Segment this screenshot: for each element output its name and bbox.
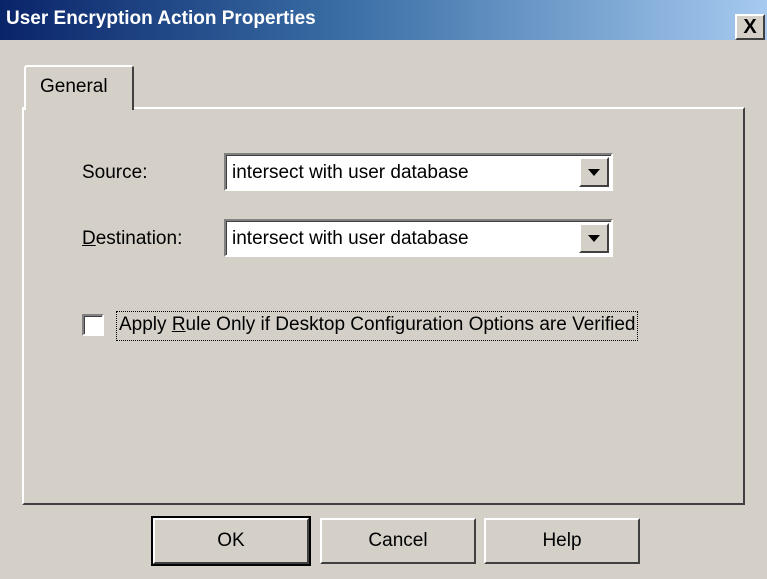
- close-button[interactable]: X: [735, 14, 765, 40]
- destination-dropdown[interactable]: intersect with user database: [224, 219, 613, 257]
- title-bar[interactable]: User Encryption Action Properties X: [0, 0, 767, 40]
- window-title: User Encryption Action Properties: [6, 8, 316, 29]
- help-button[interactable]: Help: [484, 518, 640, 564]
- destination-label: Destination:: [82, 228, 183, 249]
- tab-general-label: General: [40, 76, 108, 97]
- cancel-button[interactable]: Cancel: [320, 518, 476, 564]
- chevron-down-icon: [588, 234, 600, 242]
- destination-value: intersect with user database: [232, 228, 469, 249]
- source-dropdown-button[interactable]: [579, 157, 609, 187]
- chevron-down-icon: [588, 168, 600, 176]
- close-icon: X: [743, 16, 757, 38]
- apply-rule-checkbox[interactable]: [82, 314, 104, 336]
- properties-dialog: User Encryption Action Properties X Gene…: [0, 0, 767, 579]
- ok-button[interactable]: OK: [151, 516, 311, 566]
- source-label: Source:: [82, 162, 148, 183]
- tab-general[interactable]: General: [24, 65, 134, 110]
- source-value: intersect with user database: [232, 162, 469, 183]
- source-dropdown[interactable]: intersect with user database: [224, 153, 613, 191]
- apply-rule-label[interactable]: Apply Rule Only if Desktop Configuration…: [116, 311, 639, 341]
- destination-dropdown-button[interactable]: [579, 223, 609, 253]
